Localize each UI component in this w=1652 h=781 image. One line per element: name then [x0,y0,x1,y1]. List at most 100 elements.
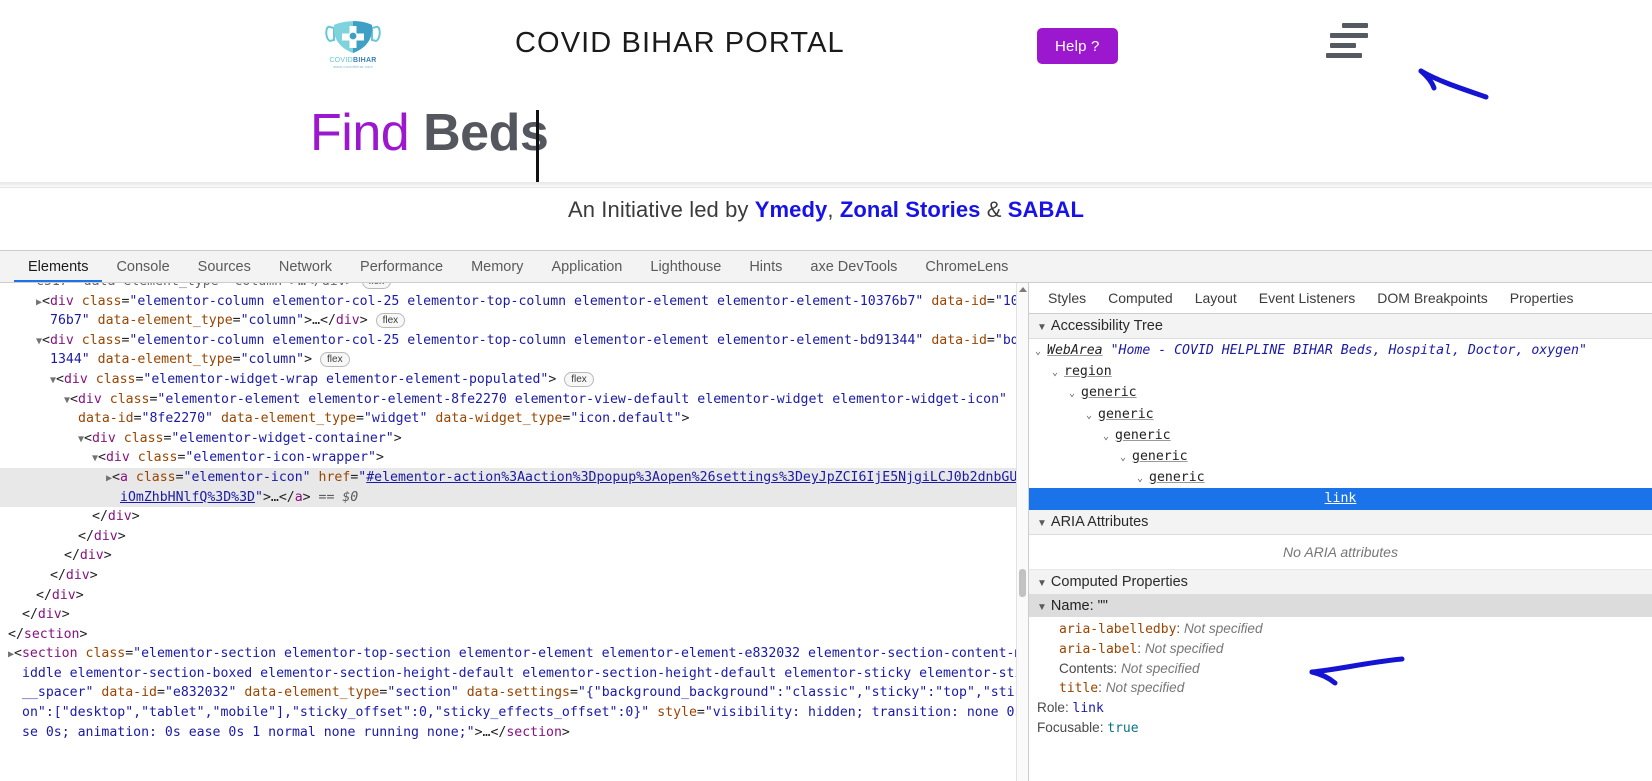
chevron-down-icon[interactable]: ⌄ [1035,346,1047,357]
dom-line[interactable]: ▶<section class="elementor-section eleme… [0,644,1028,664]
covid-mask-logo-icon [324,14,382,56]
dom-tree-code[interactable]: c517" data-element_type="column">…</div>… [0,283,1028,742]
flex-badge[interactable]: flex [375,313,406,329]
hamburger-bar [1330,43,1356,48]
ax-tree-node-generic[interactable]: ⌄ generic [1029,446,1652,467]
dom-line[interactable]: data-id="8fe2270" data-element_type="wid… [0,409,1028,429]
aria-attributes-section-header[interactable]: ▼ ARIA Attributes [1029,509,1652,535]
dom-line[interactable]: ▼<div class="elementor-element elementor… [0,390,1028,410]
scroll-up-arrow-icon[interactable] [1019,287,1027,292]
devtools-tab-sources[interactable]: Sources [184,252,265,282]
dom-line[interactable]: ▶<div class="elementor-column elementor-… [0,292,1028,312]
sidebar-tab-computed[interactable]: Computed [1097,284,1184,313]
ax-tree-node-webarea[interactable]: ⌄ WebArea "Home - COVID HELPLINE BIHAR B… [1029,340,1652,361]
dom-line[interactable]: se 0s; animation: 0s ease 0s 1 normal no… [0,723,1028,743]
devtools-tab-axe-devtools[interactable]: axe DevTools [796,252,911,282]
help-button[interactable]: Help ? [1037,28,1118,64]
dom-line[interactable]: </div> [0,546,1028,566]
dom-token: = [355,411,364,427]
dom-token: "widget" [363,411,428,427]
site-logo[interactable]: COVIDBIHAR www.covidbihar.com [322,14,384,80]
sidebar-tab-styles[interactable]: Styles [1037,284,1097,313]
devtools-tab-lighthouse[interactable]: Lighthouse [636,252,735,282]
dom-token: </ [8,626,24,642]
devtools-tab-memory[interactable]: Memory [457,252,537,282]
devtools-tab-elements[interactable]: Elements [14,252,102,282]
chevron-down-icon: ▼ [1037,322,1047,333]
dom-line[interactable]: iddle elementor-section-boxed elementor-… [0,664,1028,684]
dom-line[interactable]: ▼<div class="elementor-widget-wrap eleme… [0,370,1028,390]
dom-line[interactable]: ▼<div class="elementor-widget-container"… [0,429,1028,449]
dom-token: < [98,450,106,466]
ax-tree-node-generic[interactable]: ⌄ generic [1029,404,1652,425]
dom-token: </ [78,528,94,544]
dom-token: == $0 [318,489,359,505]
devtools-tab-network[interactable]: Network [265,252,346,282]
dom-token: > [359,313,376,329]
dom-token: section [506,724,562,740]
initiative-org-sabal[interactable]: SABAL [1008,197,1084,222]
dom-token: </ [22,607,38,623]
ax-tree-node-generic[interactable]: ⌄ generic [1029,382,1652,403]
dom-line[interactable]: 1344" data-element_type="column"> flex [0,350,1028,370]
dom-token: section [23,626,80,642]
dom-tree-scrollbar[interactable] [1016,283,1028,781]
dom-tree-pane[interactable]: c517" data-element_type="column">…</div>… [0,283,1029,781]
initiative-org-ymedy[interactable]: Ymedy [755,197,828,222]
dom-token: "elementor-widget-container" [171,430,394,446]
sidebar-tab-properties[interactable]: Properties [1499,284,1585,313]
chevron-down-icon[interactable]: ⌄ [1103,431,1115,442]
computed-name-row[interactable]: ▼ Name: "" [1029,594,1652,617]
flex-badge[interactable]: flex [320,352,350,368]
computed-properties-section-header[interactable]: ▼ Computed Properties [1029,569,1652,595]
chevron-down-icon[interactable]: ⌄ [1052,367,1064,378]
dom-line[interactable]: </div> [0,566,1028,586]
logo-word-covid: COVID [329,57,353,64]
dom-line[interactable]: </div> [0,507,1028,527]
accessibility-tree[interactable]: ⌄ WebArea "Home - COVID HELPLINE BIHAR B… [1029,339,1652,510]
ax-tree-node-region[interactable]: ⌄ region [1029,361,1652,382]
dom-line[interactable]: ▼<div class="elementor-icon-wrapper"> [0,448,1028,468]
dom-line[interactable]: ▼<div class="elementor-column elementor-… [0,331,1028,351]
ax-node-role: generic [1115,427,1171,443]
accessibility-tree-section-header[interactable]: ▼ Accessibility Tree [1029,314,1652,339]
hamburger-menu-icon[interactable] [1326,23,1372,69]
dom-token: "elementor-column elementor-col-25 eleme… [129,293,924,309]
flex-badge[interactable]: flex [361,283,392,289]
ax-tree-node-link[interactable]: link [1029,488,1652,510]
sidebar-tab-event-listeners[interactable]: Event Listeners [1248,284,1367,313]
devtools-tab-hints[interactable]: Hints [735,252,796,282]
dom-line[interactable]: </div> [0,605,1028,625]
ax-tree-node-generic[interactable]: ⌄ generic [1029,425,1652,446]
dom-line[interactable]: c517" data-element_type="column">…</div>… [0,283,1028,292]
flex-badge[interactable]: flex [564,371,594,387]
dom-line[interactable]: ▶<a class="elementor-icon" href="#elemen… [0,467,1028,488]
devtools-tab-application[interactable]: Application [537,252,636,282]
dom-token: >…</ [304,313,336,329]
dom-line[interactable]: __spacer" data-id="e832032" data-element… [0,683,1028,703]
dom-line[interactable]: on":["desktop","tablet","mobile"],"stick… [0,703,1028,723]
sidebar-tab-dom-breakpoints[interactable]: DOM Breakpoints [1366,284,1498,313]
initiative-org-zonal-stories[interactable]: Zonal Stories [840,197,981,222]
dom-line[interactable]: </section> [0,625,1028,645]
dom-line[interactable]: 76b7" data-element_type="column">…</div>… [0,311,1028,331]
dom-line[interactable]: iOmZhbHNlfQ%3D%3D">…</a> == $0 [0,487,1028,508]
sidebar-tab-layout[interactable]: Layout [1184,284,1248,313]
devtools-tab-performance[interactable]: Performance [346,252,457,282]
ax-tree-node-generic[interactable]: ⌄ generic [1029,467,1652,488]
dom-line[interactable]: </div> [0,527,1028,547]
devtools-tab-chromelens[interactable]: ChromeLens [911,252,1022,282]
hamburger-bar [1330,33,1368,38]
computed-properties-list: aria-labelledby: Not specified aria-label… [1029,617,1652,738]
dom-line[interactable]: </div> [0,586,1028,606]
href-link[interactable]: iOmZhbHNlfQ%3D%3D [120,490,255,505]
href-link[interactable]: #elementor-action%3Aaction%3Dpopup%3Aope… [366,470,1017,485]
chevron-down-icon[interactable]: ⌄ [1086,410,1098,421]
ax-node-role: WebArea [1047,343,1103,358]
chevron-down-icon[interactable]: ⌄ [1120,452,1132,463]
scrollbar-thumb[interactable] [1019,569,1026,597]
chevron-down-icon[interactable]: ⌄ [1069,388,1081,399]
initiative-sep-1: , [827,197,840,222]
devtools-tab-console[interactable]: Console [102,252,183,282]
chevron-down-icon[interactable]: ⌄ [1137,473,1149,484]
